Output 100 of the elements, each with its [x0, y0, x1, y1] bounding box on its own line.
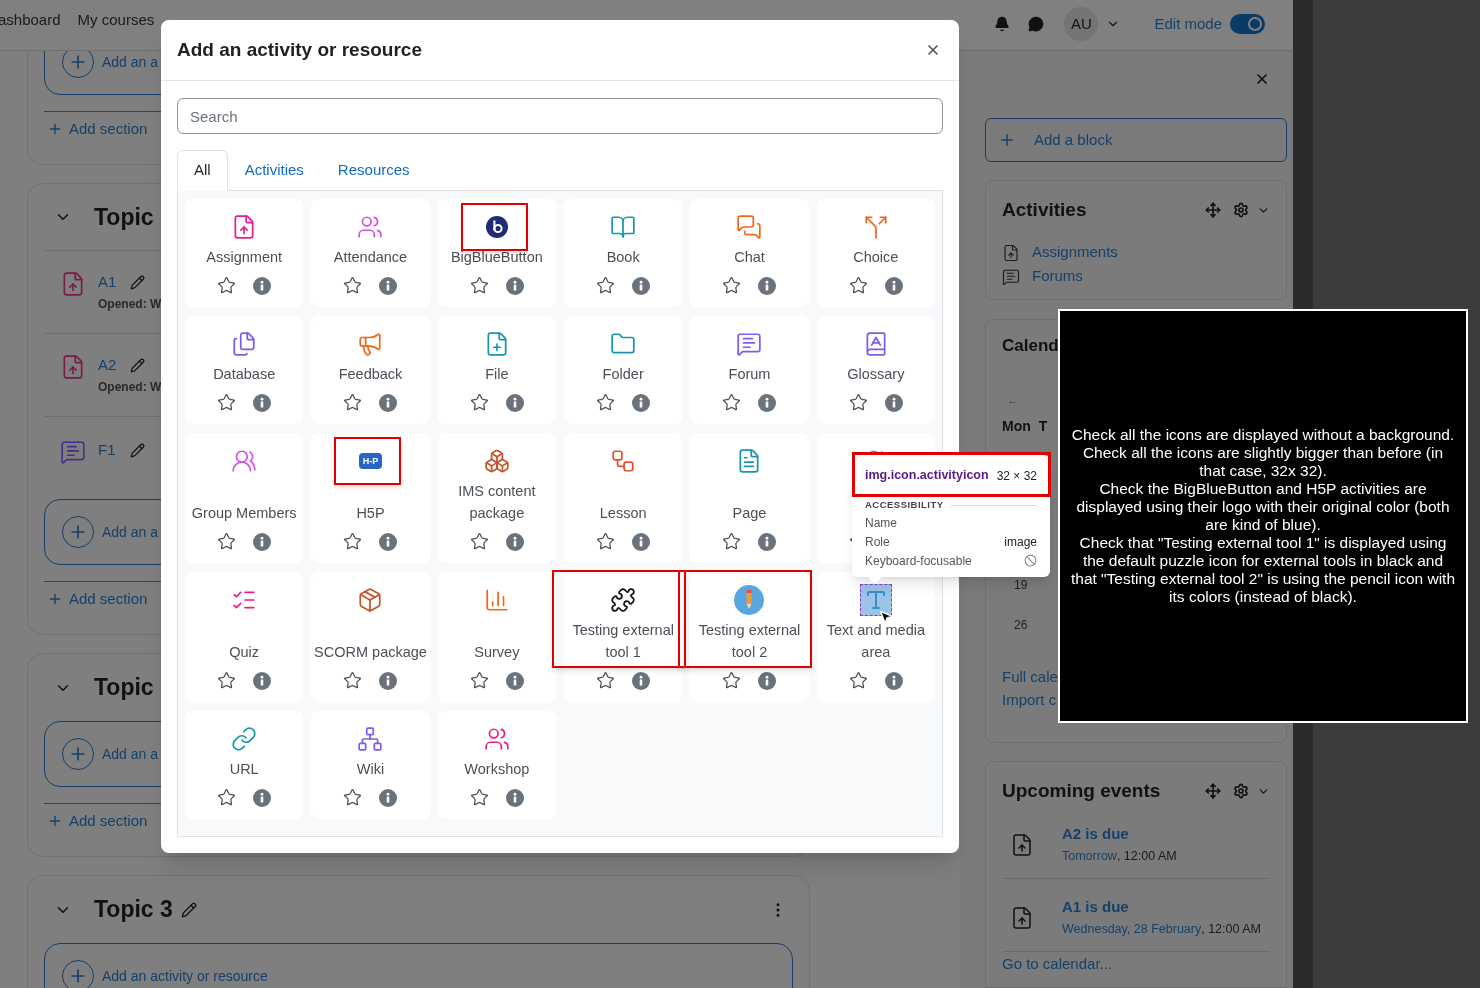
activity-card[interactable]: Choice	[816, 199, 935, 307]
activity-card[interactable]: Lesson	[564, 433, 683, 563]
info-icon[interactable]	[758, 532, 777, 551]
activity-card[interactable]: Folder	[564, 316, 683, 424]
star-icon[interactable]	[596, 532, 616, 551]
star-icon[interactable]	[722, 393, 742, 412]
calendar-day[interactable]: 19	[1002, 577, 1028, 593]
activity-card[interactable]: Glossary	[816, 316, 935, 424]
star-icon[interactable]	[469, 532, 489, 551]
info-icon[interactable]	[379, 393, 398, 412]
star-icon[interactable]	[722, 532, 742, 551]
tab[interactable]: Activities	[227, 150, 321, 191]
star-icon[interactable]	[343, 276, 363, 295]
activity-card[interactable]: Page	[690, 433, 809, 563]
star-icon[interactable]	[848, 276, 868, 295]
activity-card[interactable]: Book	[564, 199, 683, 307]
chat-icon[interactable]	[1028, 16, 1045, 32]
star-icon[interactable]	[217, 671, 237, 690]
activity-card[interactable]: Workshop	[437, 711, 556, 819]
info-icon[interactable]	[505, 276, 524, 295]
info-icon[interactable]	[505, 532, 524, 551]
activity-card[interactable]: File	[437, 316, 556, 424]
activity-card[interactable]: Database	[185, 316, 304, 424]
activity-card[interactable]: Wiki	[311, 711, 430, 819]
user-avatar[interactable]: AU	[1064, 7, 1099, 41]
star-icon[interactable]	[848, 671, 868, 690]
star-icon[interactable]	[217, 393, 237, 412]
activity-card[interactable]: Testing external tool 1	[564, 572, 683, 702]
pencil-icon[interactable]	[130, 357, 146, 373]
activity-card[interactable]: Attendance	[311, 199, 430, 307]
star-icon[interactable]	[343, 671, 363, 690]
info-icon[interactable]	[632, 276, 651, 295]
calendar-day[interactable]: 26	[1002, 617, 1028, 633]
pencil-icon[interactable]	[129, 442, 145, 458]
info-icon[interactable]	[253, 393, 272, 412]
info-icon[interactable]	[253, 788, 272, 807]
activity-card[interactable]: URL	[185, 711, 304, 819]
activity-card[interactable]: Text and media area	[816, 572, 935, 702]
info-icon[interactable]	[253, 671, 272, 690]
activity-card[interactable]: Quiz	[185, 572, 304, 702]
pencil-icon[interactable]	[180, 901, 197, 918]
info-icon[interactable]	[884, 671, 903, 690]
edit-mode-toggle[interactable]	[1230, 14, 1265, 34]
info-icon[interactable]	[379, 671, 398, 690]
info-icon[interactable]	[632, 671, 651, 690]
activity-card[interactable]: Assignment	[185, 199, 304, 307]
star-icon[interactable]	[217, 788, 237, 807]
activity-card[interactable]: Group Members	[185, 433, 304, 563]
activity-card[interactable]: Chat	[690, 199, 809, 307]
star-icon[interactable]	[596, 671, 616, 690]
info-icon[interactable]	[379, 276, 398, 295]
info-icon[interactable]	[758, 276, 777, 295]
info-icon[interactable]	[379, 788, 398, 807]
close-icon[interactable]	[1254, 71, 1270, 87]
info-icon[interactable]	[632, 393, 651, 412]
bell-icon[interactable]	[994, 16, 1011, 32]
activity-card[interactable]: Feedback	[311, 316, 430, 424]
info-icon[interactable]	[884, 276, 903, 295]
search-field[interactable]: Search	[177, 98, 943, 134]
activity-card[interactable]: IMS content package	[437, 433, 556, 563]
settings-icon[interactable]	[1233, 783, 1249, 800]
star-icon[interactable]	[722, 276, 742, 295]
info-icon[interactable]	[758, 393, 777, 412]
activity-card[interactable]: Survey	[437, 572, 556, 702]
activity-card[interactable]: Forum	[690, 316, 809, 424]
info-icon[interactable]	[505, 788, 524, 807]
star-icon[interactable]	[343, 788, 363, 807]
activity-card[interactable]: Testing external tool 2	[690, 572, 809, 702]
star-icon[interactable]	[343, 532, 363, 551]
star-icon[interactable]	[596, 276, 616, 295]
star-icon[interactable]	[469, 788, 489, 807]
star-icon[interactable]	[217, 276, 237, 295]
info-icon[interactable]	[632, 532, 651, 551]
close-icon[interactable]	[925, 42, 941, 58]
pencil-icon[interactable]	[130, 274, 146, 290]
move-icon[interactable]	[1205, 202, 1221, 219]
star-icon[interactable]	[469, 671, 489, 690]
tab[interactable]: Resources	[320, 150, 427, 191]
star-icon[interactable]	[469, 393, 489, 412]
activity-card[interactable]: H-P H5P	[311, 433, 430, 563]
info-icon[interactable]	[505, 393, 524, 412]
settings-icon[interactable]	[1233, 202, 1249, 219]
star-icon[interactable]	[848, 393, 868, 412]
no-entry-icon	[1024, 554, 1037, 567]
star-icon[interactable]	[596, 393, 616, 412]
info-icon[interactable]	[758, 671, 777, 690]
star-icon[interactable]	[469, 276, 489, 295]
info-icon[interactable]	[253, 532, 272, 551]
info-icon[interactable]	[884, 393, 903, 412]
activity-card[interactable]: SCORM package	[311, 572, 430, 702]
star-icon[interactable]	[343, 393, 363, 412]
activity-card[interactable]: BigBlueButton	[437, 199, 556, 307]
info-icon[interactable]	[379, 532, 398, 551]
move-icon[interactable]	[1205, 783, 1221, 800]
tab[interactable]: All	[177, 150, 228, 191]
info-icon[interactable]	[253, 276, 272, 295]
nav-link[interactable]: My courses	[77, 8, 155, 32]
star-icon[interactable]	[217, 532, 237, 551]
star-icon[interactable]	[722, 671, 742, 690]
info-icon[interactable]	[505, 671, 524, 690]
